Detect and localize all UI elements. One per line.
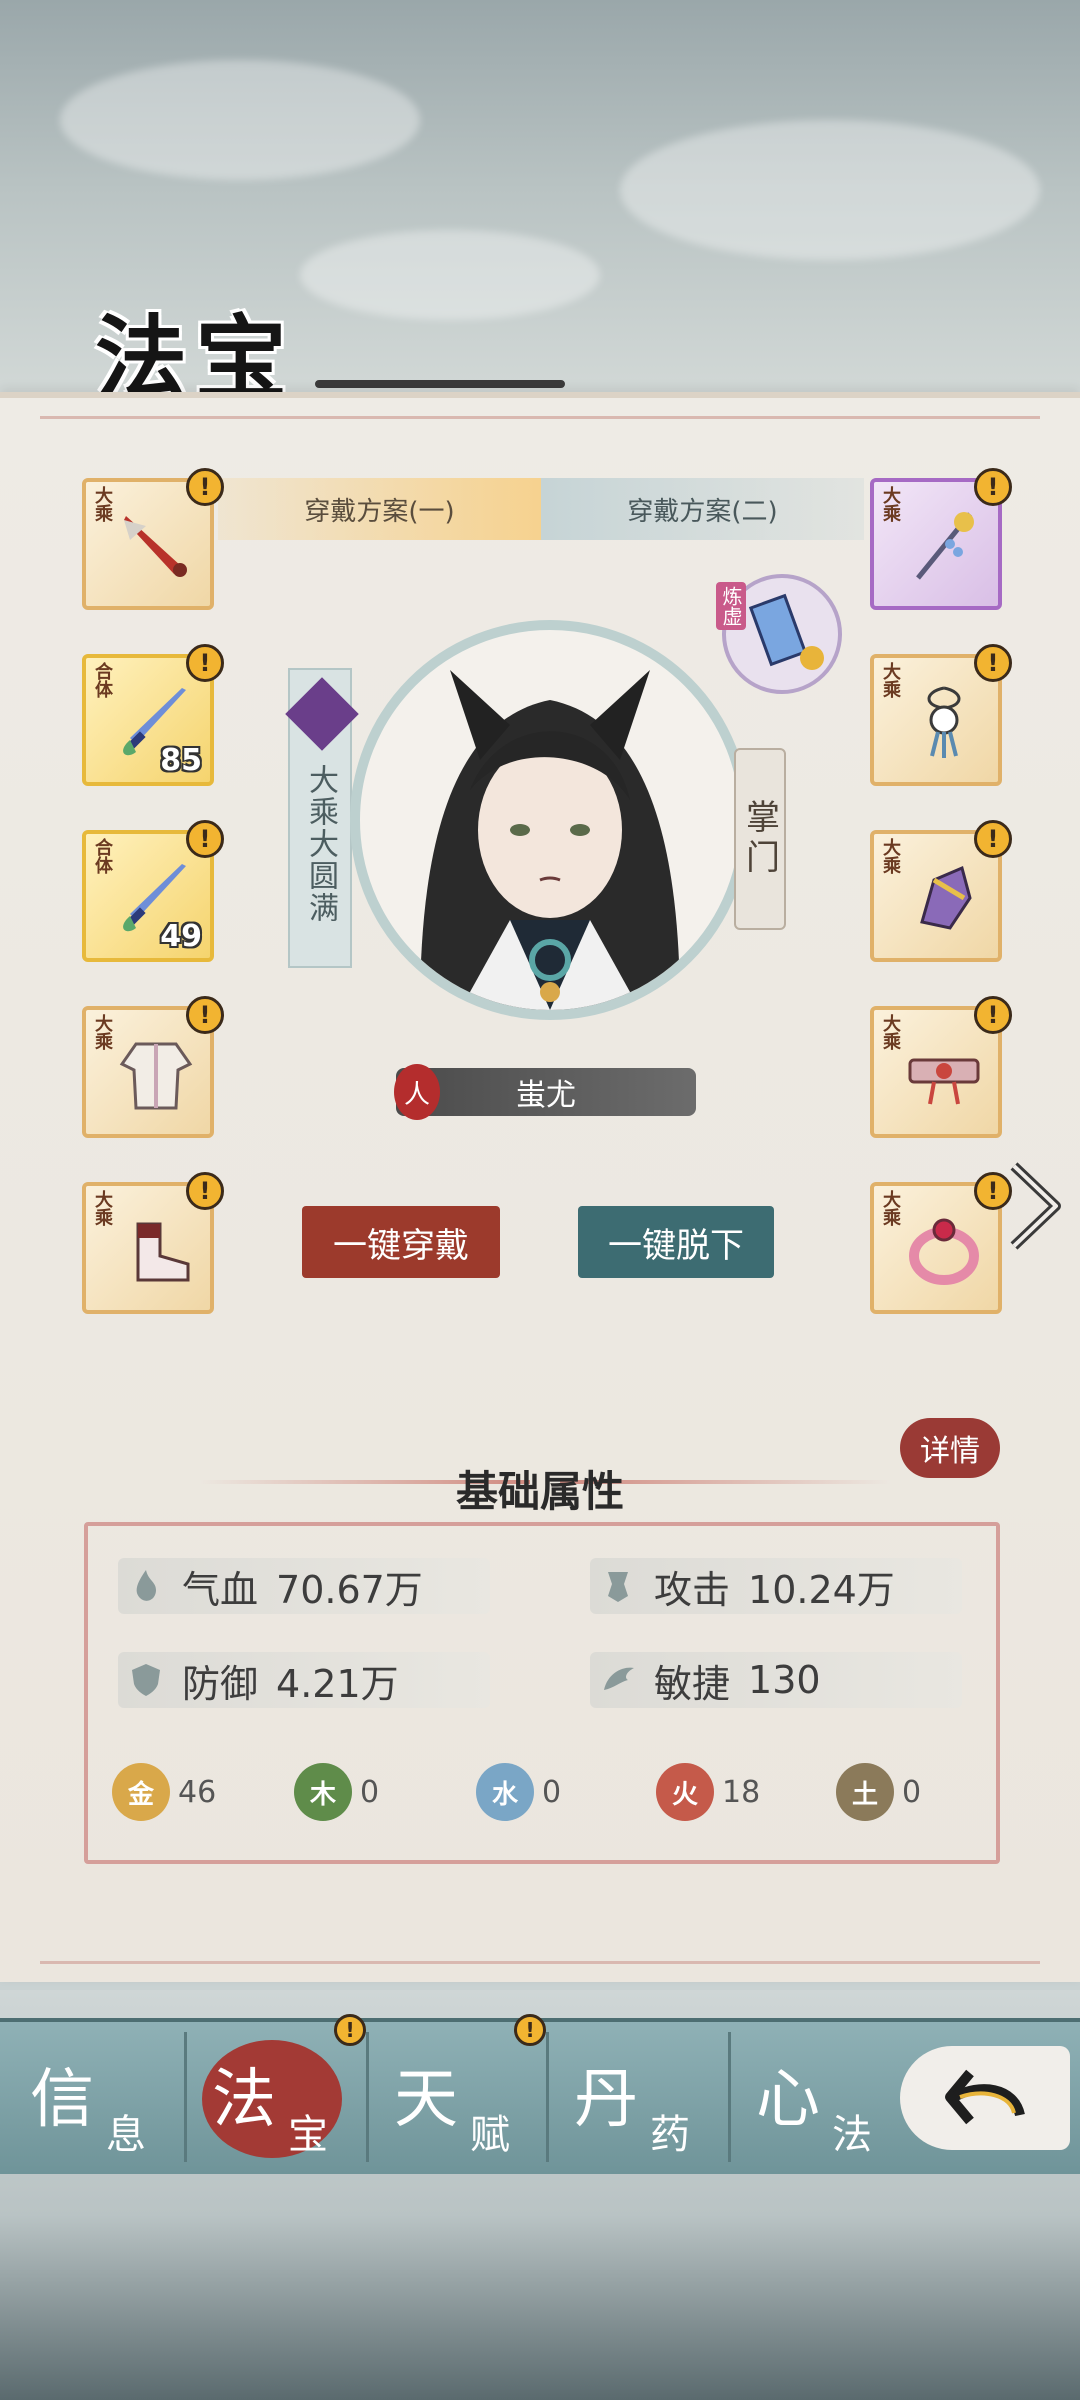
race-badge: 人 xyxy=(394,1064,440,1120)
equip-all-button[interactable]: 一键穿戴 xyxy=(302,1206,500,1278)
belt-icon xyxy=(904,1034,984,1114)
character-portrait[interactable] xyxy=(350,620,750,1060)
nav-method[interactable]: 心 法 xyxy=(734,2040,904,2166)
wood-element-icon: 木 xyxy=(294,1763,352,1821)
pendant-icon xyxy=(904,682,984,762)
earth-element-icon: 土 xyxy=(836,1763,894,1821)
nav-elixir[interactable]: 丹 药 xyxy=(552,2040,722,2166)
cloud xyxy=(60,60,420,180)
nav-talent-alert: ! xyxy=(514,2014,546,2046)
equip-slot-armor[interactable]: 大乘 ! xyxy=(82,996,224,1138)
nav-artifact[interactable]: 法 宝 xyxy=(190,2040,360,2166)
equip-slot-pendant[interactable]: 大乘 ! xyxy=(870,644,1012,786)
back-arrow-icon xyxy=(945,2069,1025,2125)
element-metal: 金 46 xyxy=(112,1762,216,1822)
equip-slot-belt[interactable]: 大乘 ! xyxy=(870,996,1012,1138)
character-avatar xyxy=(420,670,680,1010)
element-fire: 火 18 xyxy=(656,1762,760,1822)
title-underline xyxy=(315,380,565,388)
attack-icon xyxy=(590,1558,646,1614)
element-wood: 木 0 xyxy=(294,1762,379,1822)
dagger-icon xyxy=(116,506,196,586)
wing-icon xyxy=(590,1652,646,1708)
cloud xyxy=(620,120,1040,260)
tab-plan-1[interactable]: 穿戴方案(一) xyxy=(218,478,541,540)
nav-divider xyxy=(184,2032,187,2162)
blood-icon xyxy=(118,1558,174,1614)
unequip-all-button[interactable]: 一键脱下 xyxy=(578,1206,774,1278)
robe-icon xyxy=(116,1034,196,1114)
role-tag: 掌门 xyxy=(734,748,786,930)
nav-divider xyxy=(728,2032,731,2162)
stat-defense: 防御 4.21万 xyxy=(118,1652,490,1708)
portrait-frame xyxy=(350,620,750,1020)
gauntlet-icon xyxy=(904,858,984,938)
equip-slot-sword-1[interactable]: 合体 85 ! xyxy=(82,644,224,786)
boots-icon xyxy=(116,1210,196,1290)
equip-slot-sword-2[interactable]: 合体 49 ! xyxy=(82,820,224,962)
equip-slot-ring[interactable]: 大乘 ! xyxy=(870,1172,1012,1314)
shield-icon xyxy=(118,1652,174,1708)
next-page-arrow-icon[interactable] xyxy=(1006,1160,1064,1252)
tab-plan-2[interactable]: 穿戴方案(二) xyxy=(541,478,864,540)
water-element-icon: 水 xyxy=(476,1763,534,1821)
stat-agility: 敏捷 130 xyxy=(590,1652,962,1708)
stat-hp: 气血 70.67万 xyxy=(118,1558,490,1614)
nav-artifact-alert: ! xyxy=(334,2014,366,2046)
refine-artifact-button[interactable]: 炼虚 xyxy=(716,574,842,694)
equip-slot-hairpin[interactable]: 大乘 ! xyxy=(870,468,1012,610)
equip-slot-weapon[interactable]: 大乘 ! xyxy=(82,468,224,610)
equip-slot-boots[interactable]: 大乘 ! xyxy=(82,1172,224,1314)
nav-talent[interactable]: 天 赋 xyxy=(372,2040,542,2166)
realm-banner: 大乘大圆满 xyxy=(285,668,359,968)
realm-diamond-icon xyxy=(285,677,359,751)
back-button[interactable] xyxy=(900,2046,1070,2150)
plan-tabs: 穿戴方案(一) 穿戴方案(二) xyxy=(218,478,864,540)
nav-divider xyxy=(366,2032,369,2162)
hairpin-icon xyxy=(904,506,984,586)
metal-element-icon: 金 xyxy=(112,1763,170,1821)
character-name: 蚩尤 xyxy=(516,1078,576,1113)
details-button[interactable]: 详情 xyxy=(900,1418,1000,1478)
nav-info[interactable]: 信 息 xyxy=(8,2040,178,2166)
nav-divider xyxy=(546,2032,549,2162)
element-water: 水 0 xyxy=(476,1762,561,1822)
ring-icon xyxy=(904,1210,984,1290)
stat-attack: 攻击 10.24万 xyxy=(590,1558,962,1614)
character-name-bar: 蚩尤 xyxy=(396,1068,696,1116)
equip-slot-gauntlet[interactable]: 大乘 ! xyxy=(870,820,1012,962)
fire-element-icon: 火 xyxy=(656,1763,714,1821)
element-earth: 土 0 xyxy=(836,1762,921,1822)
